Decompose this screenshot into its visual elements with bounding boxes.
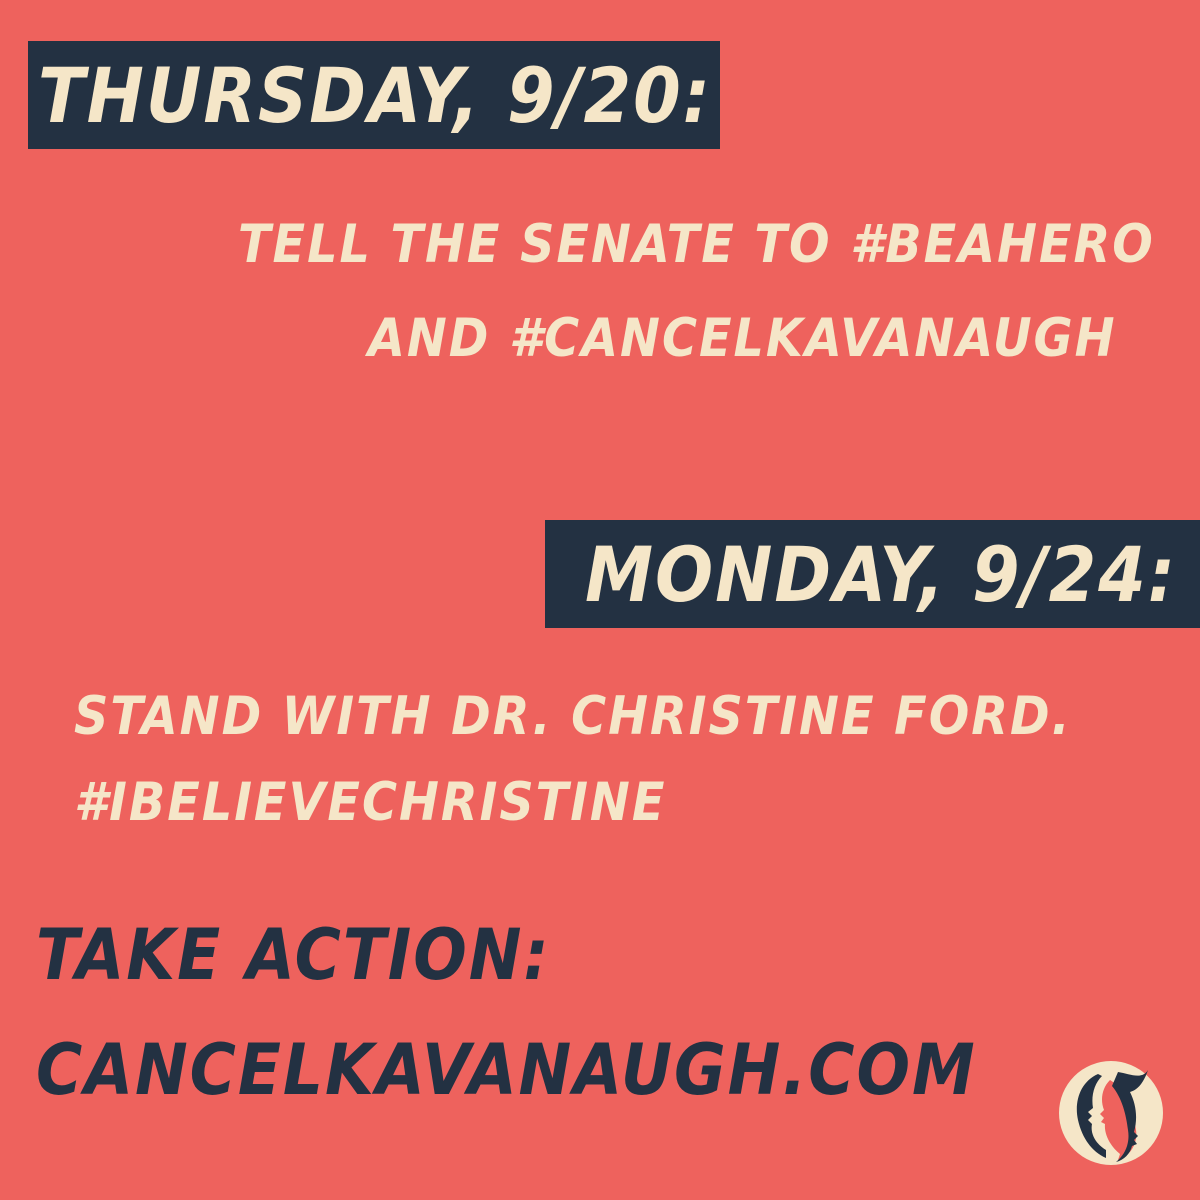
thursday-message-line-1: TELL THE SENATE TO #BEAHERO — [238, 214, 1155, 275]
monday-date-label: MONDAY, 9/24: — [585, 529, 1178, 619]
take-action-label: TAKE ACTION: — [36, 914, 551, 996]
monday-message-line-2: #IBELIEVECHRISTINE — [74, 772, 667, 833]
monday-date-banner: MONDAY, 9/24: — [545, 520, 1200, 628]
action-url-link[interactable]: CANCELKAVANAUGH.COM — [36, 1035, 977, 1105]
thursday-date-label: THURSDAY, 9/20: — [38, 50, 712, 140]
womens-march-logo-icon — [1058, 1060, 1164, 1166]
thursday-date-banner: THURSDAY, 9/20: — [28, 41, 720, 149]
monday-message-line-1: STAND WITH DR. CHRISTINE FORD. — [74, 686, 1072, 747]
thursday-message-line-2: AND #CANCELKAVANAUGH — [368, 308, 1117, 369]
